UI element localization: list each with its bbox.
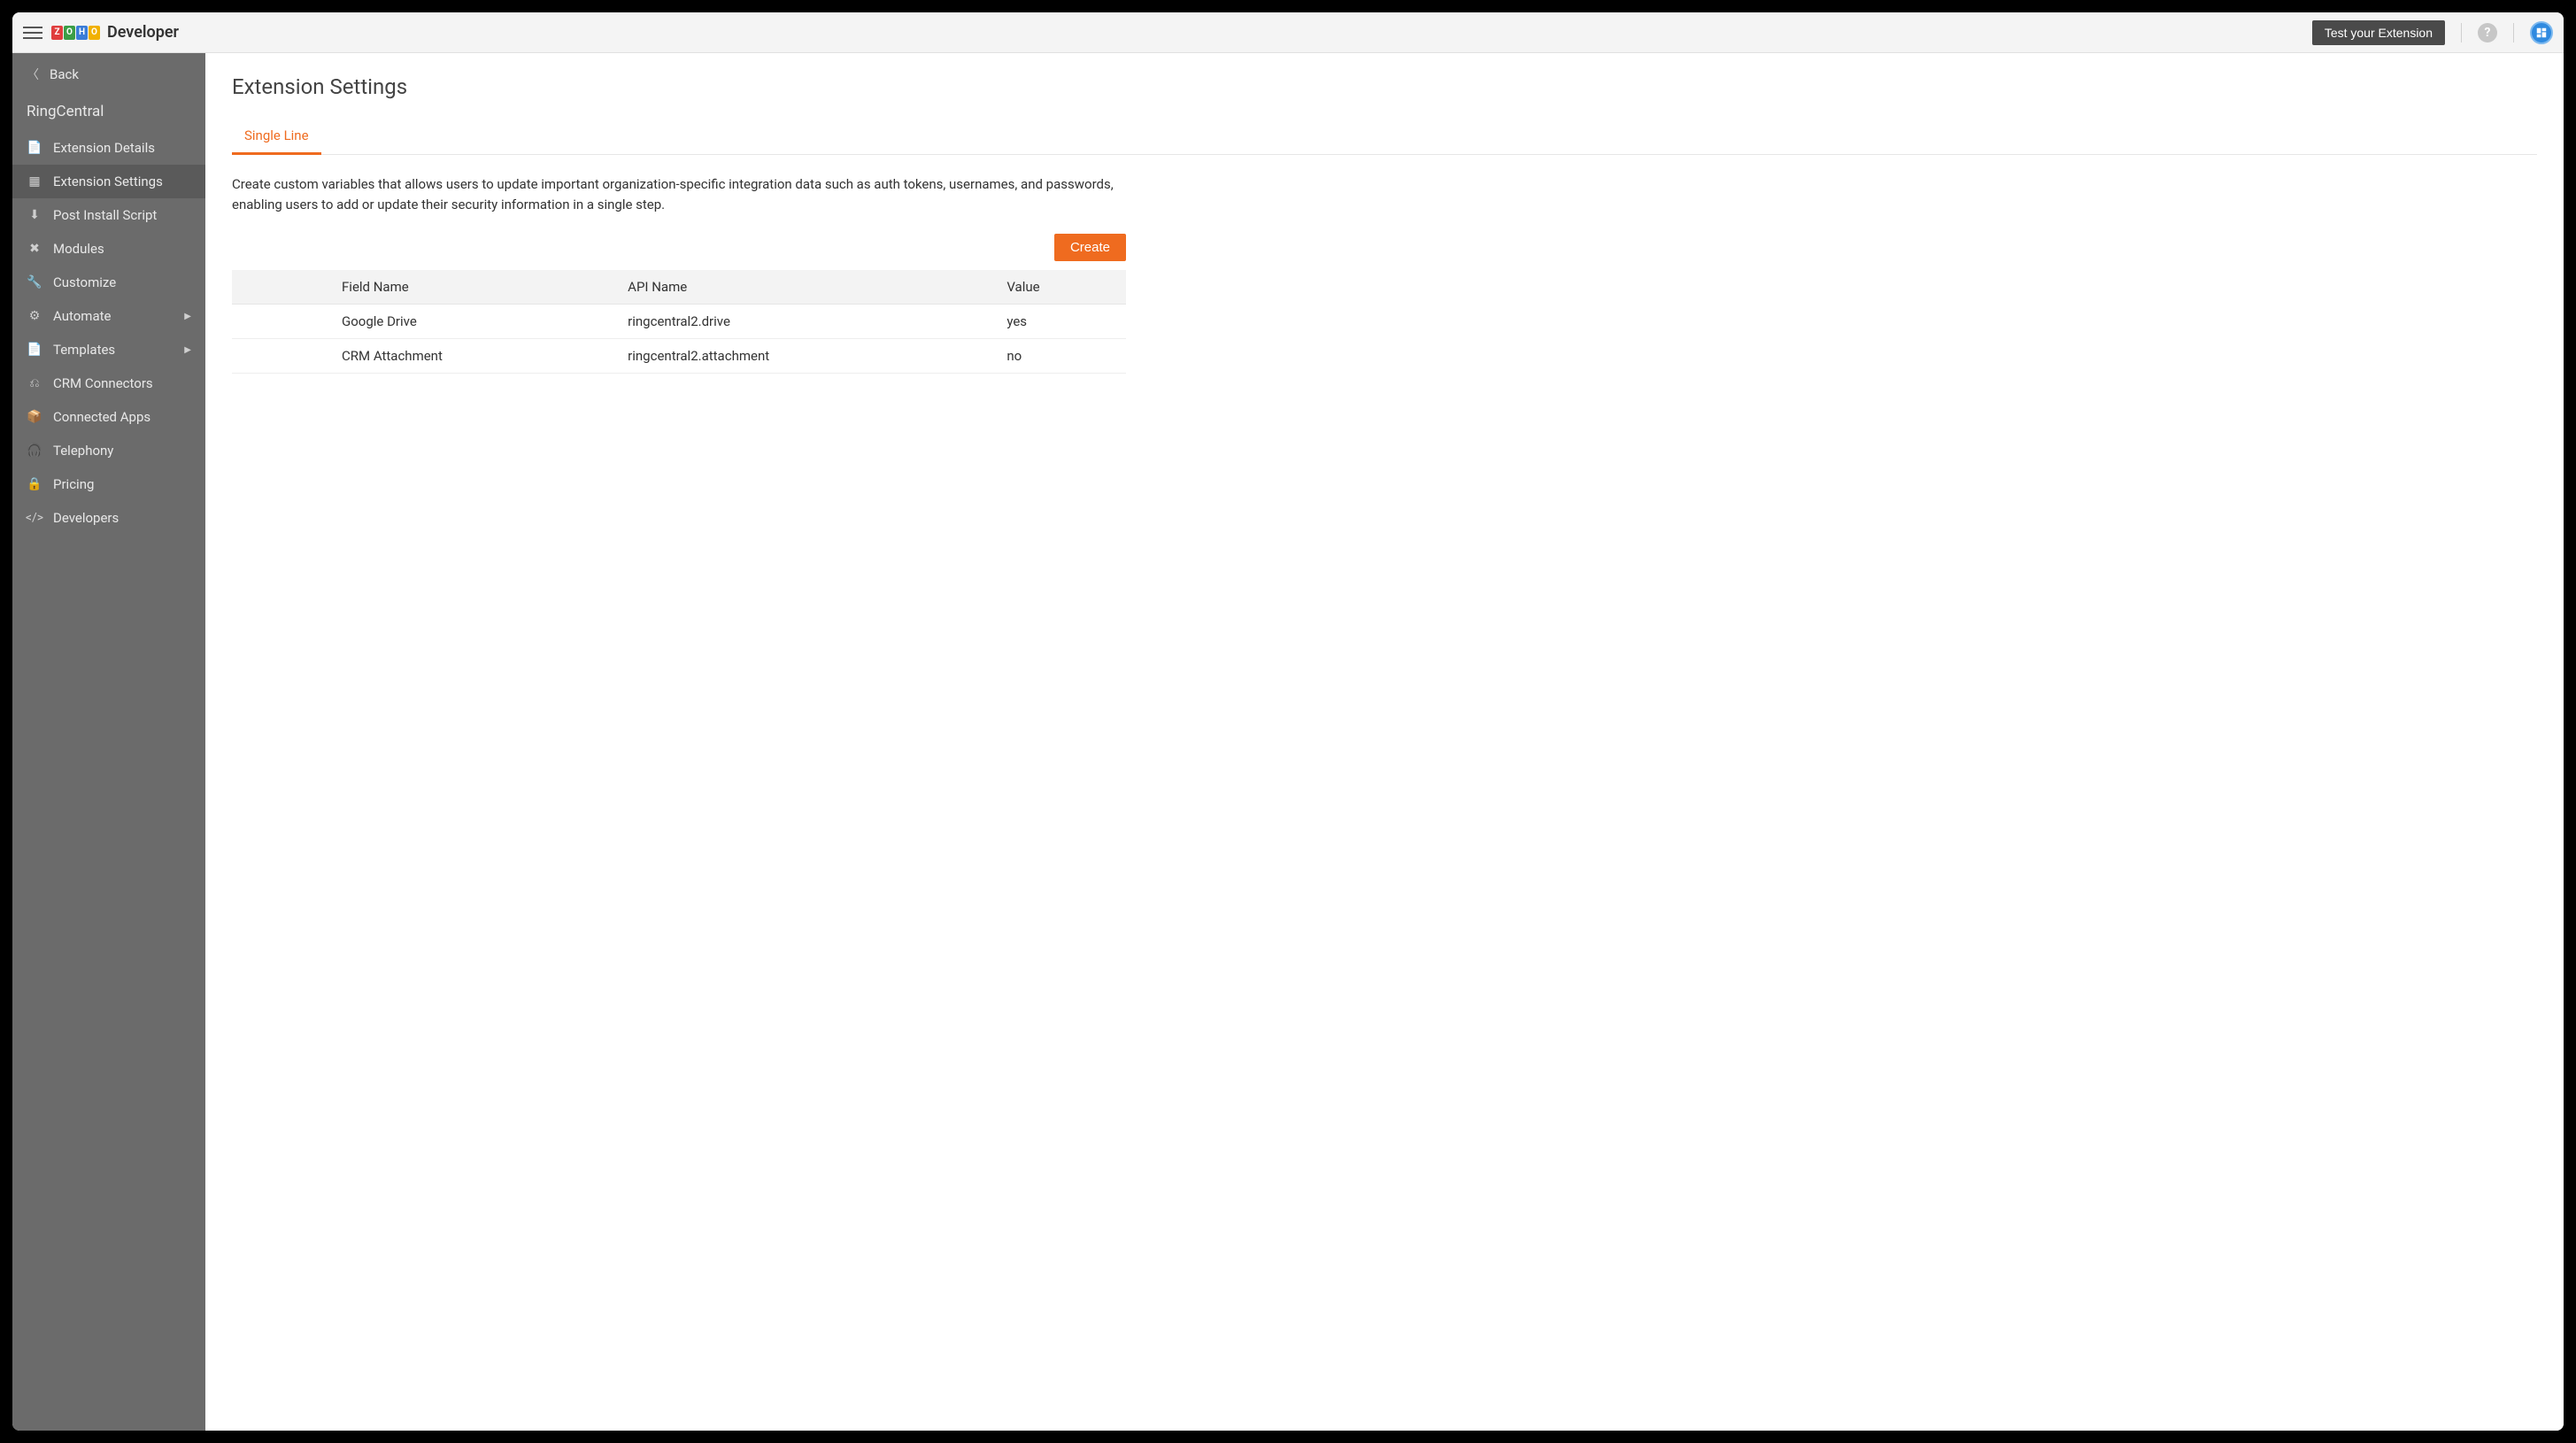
telephony-icon: 🎧 (27, 444, 42, 458)
chevron-left-icon: 〈 (27, 66, 39, 83)
extension-details-icon: 📄 (27, 141, 42, 155)
sidebar-item-developers[interactable]: </> Developers (12, 501, 205, 535)
cell-value: yes (994, 304, 1126, 338)
test-extension-button[interactable]: Test your Extension (2312, 20, 2445, 45)
page-title: Extension Settings (232, 74, 2537, 99)
modules-icon: ✖ (27, 242, 42, 256)
sidebar-item-customize[interactable]: 🔧 Customize (12, 266, 205, 299)
customize-icon: 🔧 (27, 275, 42, 289)
sidebar-item-modules[interactable]: ✖ Modules (12, 232, 205, 266)
page-description: Create custom variables that allows user… (232, 174, 1126, 216)
brand-logo[interactable]: Z O H O Developer (51, 23, 179, 42)
sidebar-item-label: Connected Apps (53, 409, 191, 425)
sidebar-item-extension-settings[interactable]: ▦ Extension Settings (12, 165, 205, 198)
sidebar-item-label: Extension Settings (53, 174, 191, 189)
zoho-logo-icon: Z O H O (51, 26, 100, 40)
sidebar-item-label: Pricing (53, 476, 191, 492)
sidebar-item-connected-apps[interactable]: 📦 Connected Apps (12, 400, 205, 434)
sidebar-item-label: CRM Connectors (53, 375, 191, 391)
crm-connectors-icon: ⎌ (27, 376, 42, 390)
extension-settings-icon: ▦ (27, 174, 42, 189)
variables-table: Field Name API Name Value Google Driveri… (232, 270, 1126, 374)
col-api-name: API Name (615, 270, 994, 305)
sidebar-item-label: Developers (53, 510, 191, 526)
sidebar-item-label: Customize (53, 274, 191, 290)
automate-icon: ⚙ (27, 309, 42, 323)
sidebar-item-label: Automate (53, 308, 174, 324)
sidebar-item-label: Telephony (53, 443, 191, 459)
avatar[interactable] (2530, 21, 2553, 44)
main-content: Extension Settings Single Line Create cu… (205, 53, 2564, 1431)
menu-icon[interactable] (23, 23, 42, 42)
sidebar-item-automate[interactable]: ⚙ Automate ▶ (12, 299, 205, 333)
sidebar-item-crm-connectors[interactable]: ⎌ CRM Connectors (12, 367, 205, 400)
topbar: Z O H O Developer Test your Extension ? (12, 12, 2564, 53)
post-install-script-icon: ⬇ (27, 208, 42, 222)
help-icon[interactable]: ? (2478, 23, 2497, 42)
divider (2461, 23, 2462, 42)
sidebar-item-templates[interactable]: 📄 Templates ▶ (12, 333, 205, 367)
developers-icon: </> (27, 511, 42, 525)
cell-value: no (994, 338, 1126, 373)
table-header-row: Field Name API Name Value (232, 270, 1126, 305)
cell-api-name: ringcentral2.attachment (615, 338, 994, 373)
sidebar-item-extension-details[interactable]: 📄 Extension Details (12, 131, 205, 165)
cell-api-name: ringcentral2.drive (615, 304, 994, 338)
back-button[interactable]: 〈 Back (12, 53, 205, 96)
back-label: Back (50, 66, 79, 82)
table-row[interactable]: Google Driveringcentral2.driveyes (232, 304, 1126, 338)
tabs: Single Line (232, 119, 2537, 155)
tab-single-line[interactable]: Single Line (232, 119, 321, 155)
brand-text: Developer (107, 23, 179, 42)
chevron-right-icon: ▶ (184, 345, 191, 355)
sidebar-item-pricing[interactable]: 🔒 Pricing (12, 467, 205, 501)
sidebar-item-label: Post Install Script (53, 207, 191, 223)
connected-apps-icon: 📦 (27, 410, 42, 424)
templates-icon: 📄 (27, 343, 42, 357)
divider (2513, 23, 2514, 42)
sidebar: 〈 Back RingCentral 📄 Extension Details ▦ Ex… (12, 53, 205, 1431)
pricing-icon: 🔒 (27, 477, 42, 491)
chevron-right-icon: ▶ (184, 312, 191, 321)
app-name: RingCentral (12, 96, 205, 131)
cell-field-name: CRM Attachment (329, 338, 615, 373)
sidebar-item-label: Templates (53, 342, 174, 358)
cell-field-name: Google Drive (329, 304, 615, 338)
col-field-name: Field Name (329, 270, 615, 305)
sidebar-item-label: Modules (53, 241, 191, 257)
col-value: Value (994, 270, 1126, 305)
sidebar-item-post-install-script[interactable]: ⬇ Post Install Script (12, 198, 205, 232)
table-row[interactable]: CRM Attachmentringcentral2.attachmentno (232, 338, 1126, 373)
sidebar-item-telephony[interactable]: 🎧 Telephony (12, 434, 205, 467)
sidebar-item-label: Extension Details (53, 140, 191, 156)
create-button[interactable]: Create (1054, 234, 1126, 261)
